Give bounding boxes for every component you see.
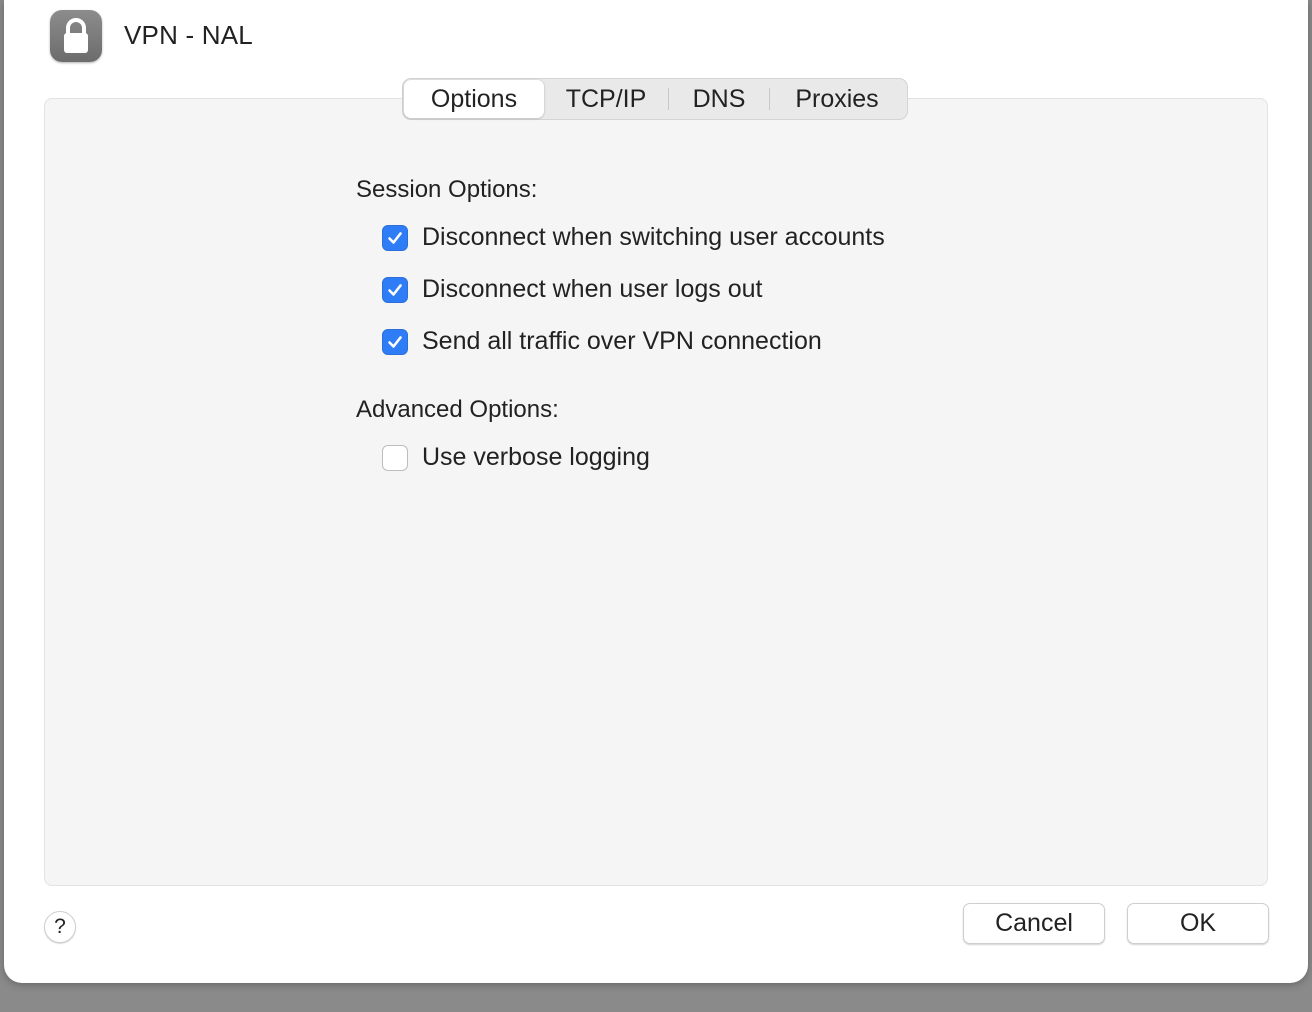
tab-tcp-ip[interactable]: TCP/IP: [544, 80, 668, 118]
checkbox-label: Use verbose logging: [422, 443, 650, 471]
advanced-options-heading: Advanced Options:: [356, 396, 559, 423]
ok-button[interactable]: OK: [1127, 903, 1269, 944]
session-options-heading: Session Options:: [356, 176, 538, 203]
checkbox-row-verbose-logging[interactable]: Use verbose logging: [382, 443, 650, 472]
checkbox-row-send-all-traffic[interactable]: Send all traffic over VPN connection: [382, 327, 822, 356]
checkbox-label: Disconnect when user logs out: [422, 275, 763, 303]
checkbox-checked[interactable]: [382, 224, 408, 251]
options-panel: [44, 98, 1268, 886]
checkbox-label: Disconnect when switching user accounts: [422, 223, 885, 251]
checkbox-unchecked[interactable]: [382, 444, 408, 471]
tab-options[interactable]: Options: [404, 80, 544, 118]
window-title: VPN - NAL: [124, 20, 253, 50]
checkmark-icon: [388, 231, 402, 244]
checkbox-row-disconnect-switching[interactable]: Disconnect when switching user accounts: [382, 223, 885, 252]
checkbox-checked[interactable]: [382, 328, 408, 355]
checkbox-label: Send all traffic over VPN connection: [422, 327, 822, 355]
tab-proxies[interactable]: Proxies: [770, 80, 904, 118]
checkbox-checked[interactable]: [382, 276, 408, 303]
help-button[interactable]: ?: [44, 911, 76, 943]
checkmark-icon: [388, 283, 402, 296]
vpn-options-sheet: VPN - NAL Options TCP/IP DNS Proxies Ses…: [4, 0, 1308, 983]
checkmark-icon: [388, 335, 402, 348]
lock-icon: [50, 10, 102, 62]
tab-bar: Options TCP/IP DNS Proxies: [402, 78, 908, 120]
tab-dns[interactable]: DNS: [669, 80, 769, 118]
checkbox-row-disconnect-logout[interactable]: Disconnect when user logs out: [382, 275, 762, 304]
cancel-button[interactable]: Cancel: [963, 903, 1105, 944]
